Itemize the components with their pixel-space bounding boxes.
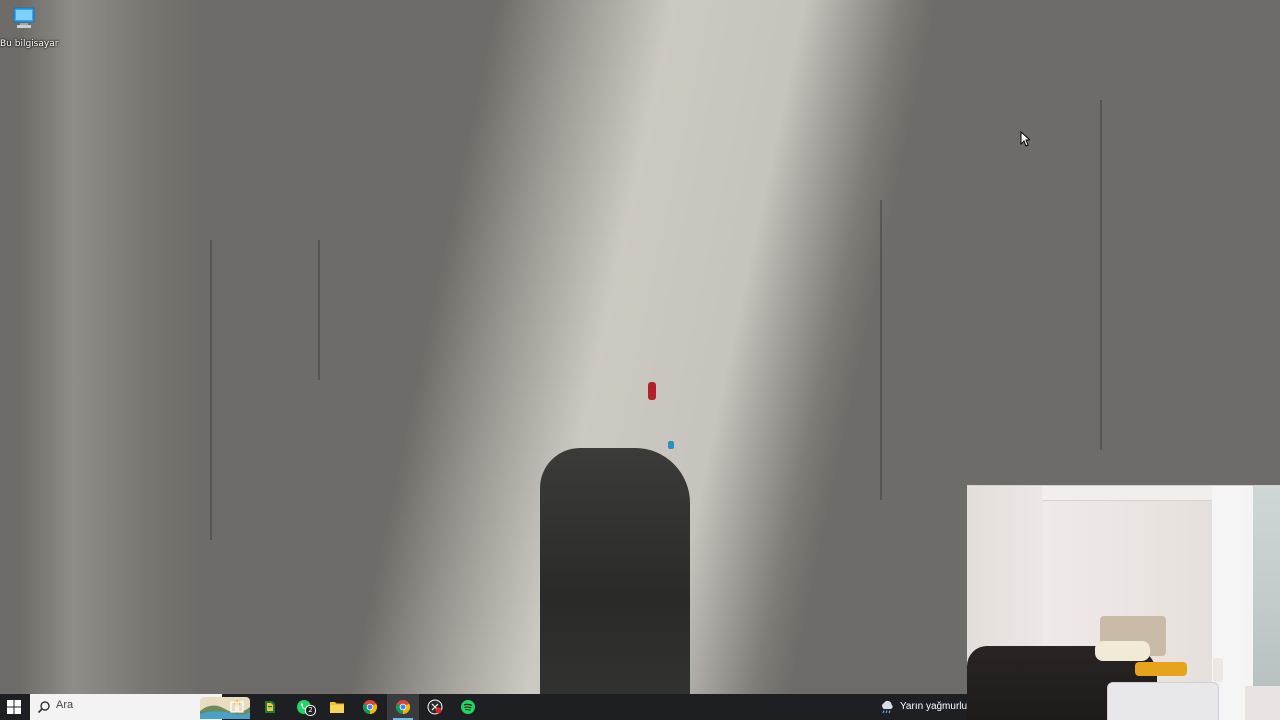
chrome-icon	[362, 700, 378, 715]
spotify-icon	[461, 700, 475, 714]
whatsapp-badge: 2	[305, 705, 316, 716]
webcam-pillow	[1095, 641, 1150, 661]
webcam-yellow-pillow	[1135, 662, 1187, 676]
rock-crack	[880, 200, 882, 500]
wallpaper-boulder	[540, 448, 690, 698]
rock-crack	[1100, 100, 1102, 450]
book-icon	[265, 701, 275, 713]
webcam-window	[1245, 486, 1280, 686]
wallpaper-climber	[648, 382, 656, 400]
desktop-icon-label: Bu bilgisayar	[0, 39, 59, 49]
taskbar-search-box[interactable]: Ara	[30, 694, 250, 720]
windows-start-icon	[7, 700, 21, 714]
this-pc-icon	[13, 7, 35, 28]
webcam-laptop	[1107, 682, 1219, 720]
whatsapp-button[interactable]: 2	[288, 694, 320, 720]
wallpaper-rock-left	[20, 0, 200, 720]
weather-widget[interactable]: Yarın yağmurlu	[876, 694, 967, 720]
chrome-icon	[395, 700, 411, 715]
rain-cloud-icon	[882, 700, 893, 714]
record-icon	[427, 699, 443, 715]
task-view-icon	[230, 701, 244, 713]
webcam-ceiling	[1042, 486, 1212, 501]
webcam-bottle	[1213, 658, 1223, 682]
book-app-button[interactable]	[254, 694, 286, 720]
webcam-overlay	[967, 485, 1280, 720]
search-icon	[37, 701, 50, 714]
mouse-cursor-icon	[1020, 131, 1030, 147]
desktop-icon-this-pc[interactable]: Bu bilgisayar	[0, 4, 58, 52]
weather-text: Yarın yağmurlu	[900, 701, 968, 712]
desktop[interactable]: Bu bilgisayar Ara 2 Yarın yağmurlu	[0, 0, 1280, 720]
file-explorer-button[interactable]	[321, 694, 353, 720]
chrome-profile-button[interactable]	[387, 694, 419, 720]
wallpaper-climber-belayer	[668, 441, 674, 449]
task-view-button[interactable]	[221, 694, 253, 720]
spotify-button[interactable]	[452, 694, 484, 720]
search-placeholder: Ara	[56, 699, 74, 711]
start-button[interactable]	[0, 694, 28, 720]
folder-icon	[330, 702, 344, 713]
rock-crack	[210, 240, 212, 540]
taskbar: Ara 2 Yarın yağmurlu	[0, 694, 967, 720]
chrome-button[interactable]	[354, 694, 386, 720]
recorder-button[interactable]	[419, 694, 451, 720]
rock-crack	[318, 240, 320, 380]
